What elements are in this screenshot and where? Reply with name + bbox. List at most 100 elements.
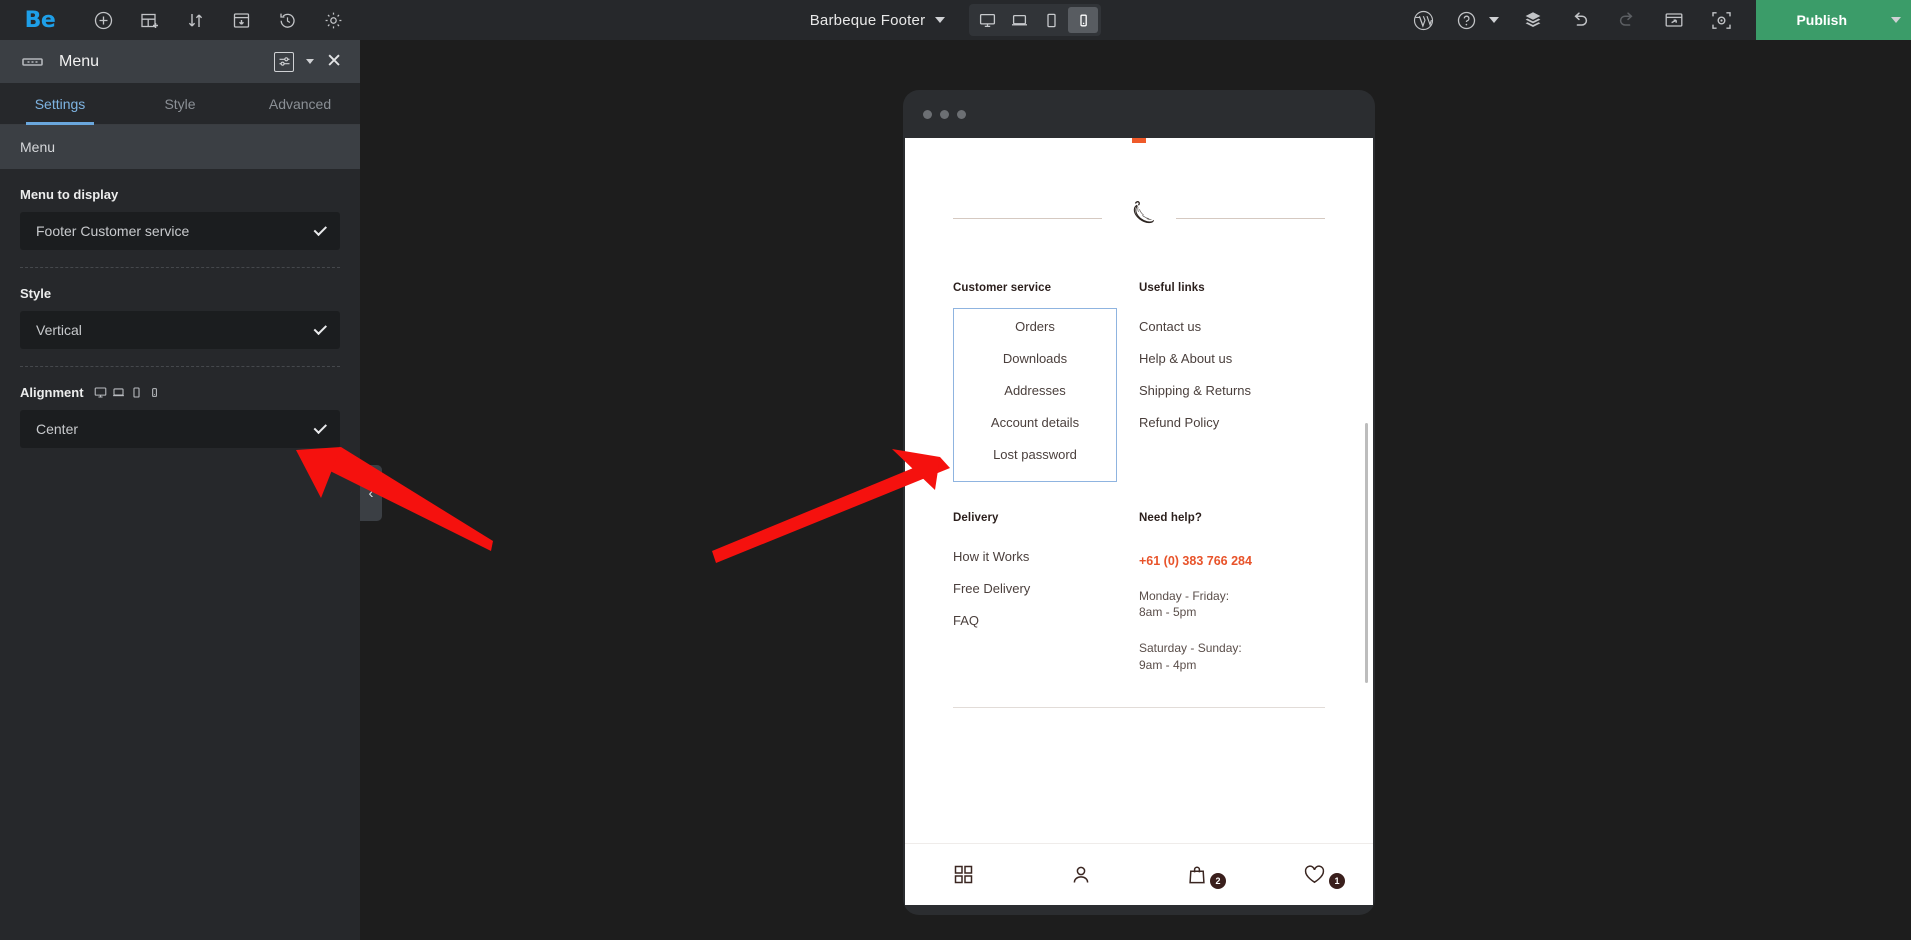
layers-icon[interactable] — [1520, 7, 1546, 33]
link-list: Contact us Help & About us Shipping & Re… — [1139, 319, 1325, 430]
footer-column-delivery: Delivery How it Works Free Delivery FAQ — [953, 512, 1139, 673]
link-list: How it Works Free Delivery FAQ — [953, 549, 1139, 628]
nav-cart-button[interactable]: 2 — [1139, 864, 1256, 889]
collapse-panel-button[interactable]: ‹ — [360, 465, 382, 521]
menu-link[interactable]: Shipping & Returns — [1139, 383, 1325, 398]
chevron-down-icon — [935, 17, 946, 23]
window-dot — [923, 109, 932, 119]
field-label: Menu to display — [20, 187, 119, 202]
window-dot — [940, 109, 949, 119]
footer-logo-row — [953, 195, 1325, 241]
add-element-icon[interactable] — [90, 7, 116, 33]
device-desktop-button[interactable] — [972, 7, 1002, 33]
undo-icon[interactable] — [1567, 7, 1593, 33]
column-heading: Customer service — [953, 282, 1052, 294]
hours-weekday: Monday - Friday: 8am - 5pm — [1139, 588, 1325, 620]
select-value: Footer Customer service — [36, 223, 190, 239]
panel-header: Menu ✕ — [0, 40, 360, 83]
mobile-preview-frame: Customer service Orders Downloads Addres… — [903, 90, 1375, 915]
device-mobile-button[interactable] — [1068, 7, 1099, 33]
nav-shop-button[interactable] — [905, 864, 1022, 885]
preview-icon[interactable] — [1661, 7, 1687, 33]
field-alignment: Alignment Center — [20, 367, 340, 448]
panel-body: Menu to display Footer Customer service … — [0, 169, 360, 448]
menu-link[interactable]: Free Delivery — [953, 581, 1139, 596]
sort-icon[interactable] — [182, 7, 208, 33]
footer-column-customer-service: Customer service Orders Downloads Addres… — [953, 282, 1139, 482]
hours-weekend: Saturday - Sunday: 9am - 4pm — [1139, 640, 1325, 672]
toolbar-right: Publish — [1410, 0, 1911, 40]
chevron-down-icon[interactable] — [306, 59, 315, 64]
focus-mode-icon[interactable] — [1708, 7, 1734, 33]
select-value: Center — [36, 421, 79, 437]
presets-icon[interactable] — [274, 51, 295, 72]
tab-advanced[interactable]: Advanced — [240, 83, 360, 124]
footer-content: Customer service Orders Downloads Addres… — [905, 138, 1373, 843]
close-icon[interactable]: ✕ — [326, 52, 342, 71]
column-heading: Useful links — [1139, 282, 1205, 294]
device-tablet-button[interactable] — [1036, 7, 1066, 33]
nav-account-button[interactable] — [1022, 864, 1139, 886]
field-label-row: Alignment — [20, 385, 340, 400]
footer-column-need-help: Need help? +61 (0) 383 766 284 Monday - … — [1139, 512, 1325, 673]
menu-link[interactable]: How it Works — [953, 549, 1139, 564]
page-settings-icon[interactable] — [228, 7, 254, 33]
chevron-down-icon — [1489, 17, 1500, 23]
responsive-mobile-icon[interactable] — [148, 386, 161, 399]
field-style: Style Vertical — [20, 268, 340, 367]
menu-link[interactable]: Addresses — [954, 383, 1116, 398]
menu-link[interactable]: Lost password — [954, 447, 1116, 462]
menu-link[interactable]: Account details — [954, 415, 1116, 430]
tab-style[interactable]: Style — [120, 83, 240, 124]
wordpress-icon[interactable] — [1410, 7, 1436, 33]
responsive-laptop-icon[interactable] — [112, 386, 125, 399]
publish-options-button[interactable] — [1881, 0, 1911, 40]
selected-menu-widget[interactable]: Orders Downloads Addresses Account detai… — [953, 308, 1117, 482]
redo-icon[interactable] — [1614, 7, 1640, 33]
section-header-menu[interactable]: Menu — [0, 125, 360, 169]
menu-link[interactable]: FAQ — [953, 613, 1139, 628]
hours-time: 9am - 4pm — [1139, 657, 1197, 672]
window-dot — [957, 109, 966, 119]
responsive-desktop-icon[interactable] — [94, 386, 107, 399]
field-label: Alignment — [20, 385, 84, 400]
device-laptop-button[interactable] — [1004, 7, 1034, 33]
responsive-tablet-icon[interactable] — [130, 386, 143, 399]
footer-columns-row-2: Delivery How it Works Free Delivery FAQ … — [953, 512, 1325, 673]
divider — [953, 706, 1325, 708]
footer-column-useful-links: Useful links Contact us Help & About us … — [1139, 282, 1325, 482]
document-title-text: Barbeque Footer — [809, 11, 926, 29]
document-title-button[interactable]: Barbeque Footer — [810, 12, 946, 29]
column-heading: Need help? — [1139, 512, 1202, 524]
phone-number-link[interactable]: +61 (0) 383 766 284 — [1139, 554, 1325, 568]
be-logo[interactable]: Be — [0, 8, 80, 33]
menu-link[interactable]: Refund Policy — [1139, 415, 1325, 430]
preview-titlebar — [903, 90, 1375, 138]
alignment-select[interactable]: Center — [20, 410, 340, 448]
hours-time: 8am - 5pm — [1139, 605, 1197, 620]
toolbar-left-icons — [90, 7, 346, 33]
publish-button[interactable]: Publish — [1756, 0, 1881, 40]
column-heading: Delivery — [953, 512, 999, 524]
add-section-icon[interactable] — [136, 7, 162, 33]
menu-link[interactable]: Orders — [954, 319, 1116, 334]
style-select[interactable]: Vertical — [20, 311, 340, 349]
help-icon[interactable] — [1457, 7, 1500, 33]
cart-badge: 2 — [1210, 873, 1226, 889]
menu-link[interactable]: Downloads — [954, 351, 1116, 366]
editor-canvas: Customer service Orders Downloads Addres… — [360, 40, 1911, 940]
footer-columns-row-1: Customer service Orders Downloads Addres… — [953, 282, 1325, 482]
menu-link[interactable]: Help & About us — [1139, 351, 1325, 366]
wishlist-badge: 1 — [1329, 873, 1345, 889]
device-preview-group — [969, 4, 1102, 36]
tab-settings[interactable]: Settings — [0, 83, 120, 125]
menu-to-display-select[interactable]: Footer Customer service — [20, 212, 340, 250]
menu-link[interactable]: Contact us — [1139, 319, 1325, 334]
nav-wishlist-button[interactable]: 1 — [1256, 864, 1373, 889]
divider — [953, 217, 1102, 219]
history-icon[interactable] — [274, 7, 300, 33]
settings-gear-icon[interactable] — [320, 7, 346, 33]
mobile-bottom-nav: 2 1 — [905, 843, 1373, 905]
chevron-down-icon — [313, 321, 328, 335]
top-toolbar: Be Barbeque Footer Publish — [0, 0, 1911, 40]
